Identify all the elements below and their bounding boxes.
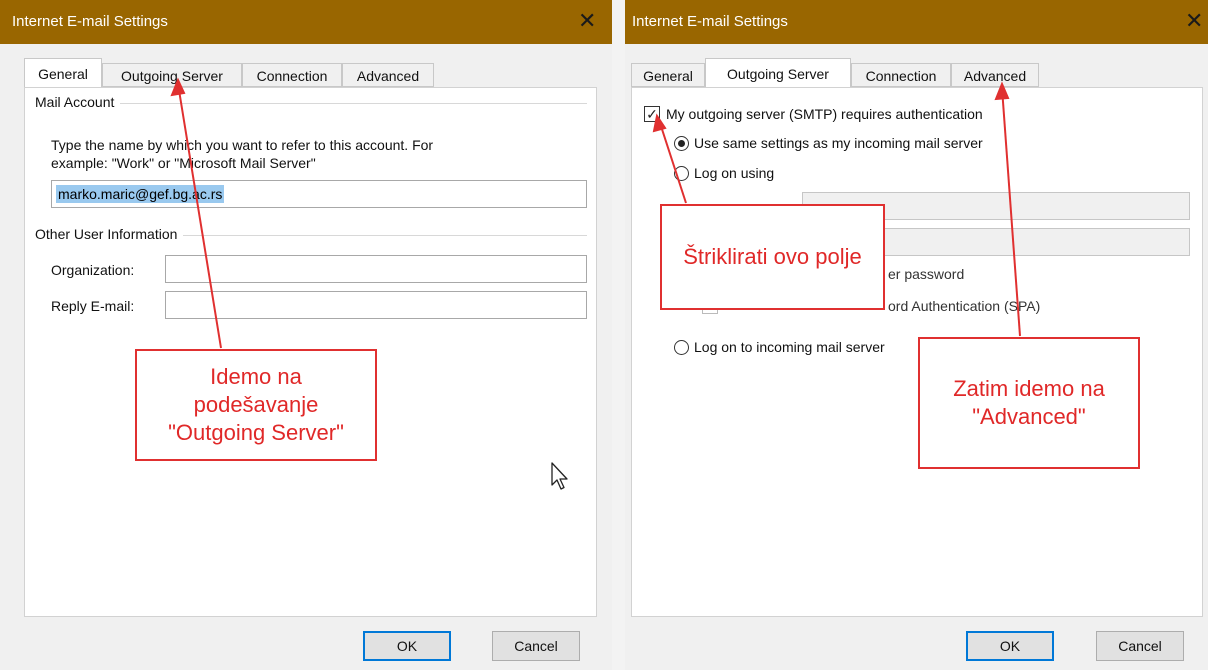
mail-account-group-label: Mail Account (35, 94, 121, 110)
left-ok-button[interactable]: OK (363, 631, 451, 661)
log-on-incoming-radio[interactable] (674, 340, 689, 355)
account-name-input[interactable]: marko.maric@gef.bg.ac.rs (51, 180, 587, 208)
right-title-bar: Internet E-mail Settings ✕ (625, 0, 1208, 44)
use-same-settings-radio[interactable] (674, 136, 689, 151)
callout-advanced-line1: Zatim idemo na (953, 376, 1105, 401)
left-window-title: Internet E-mail Settings (12, 13, 168, 30)
remember-password-label: er password (888, 266, 965, 282)
log-on-incoming-label: Log on to incoming mail server (694, 339, 885, 355)
organization-input[interactable] (165, 255, 587, 283)
smtp-auth-checkbox[interactable]: ✓ (644, 106, 660, 122)
log-on-using-label: Log on using (694, 165, 775, 181)
left-tab-general[interactable]: General (24, 58, 102, 88)
left-tab-connection[interactable]: Connection (242, 63, 342, 87)
spa-label: ord Authentication (SPA) (888, 298, 1041, 314)
callout-advanced: Zatim idemo na "Advanced" (918, 337, 1140, 469)
left-tab-advanced[interactable]: Advanced (342, 63, 434, 87)
callout-check-text: Štriklirati ovo polje (683, 244, 862, 269)
right-tab-outgoing-server[interactable]: Outgoing Server (705, 58, 851, 88)
left-close-icon[interactable]: ✕ (578, 8, 596, 34)
reply-email-label: Reply E-mail: (51, 298, 135, 314)
other-user-info-group-label: Other User Information (35, 226, 184, 242)
left-cancel-button[interactable]: Cancel (492, 631, 580, 661)
reply-email-input[interactable] (165, 291, 587, 319)
log-on-using-radio[interactable] (674, 166, 689, 181)
smtp-auth-label: My outgoing server (SMTP) requires authe… (666, 106, 983, 122)
background-window-strip (612, 0, 626, 670)
callout-outgoing-line2: podešavanje (193, 392, 319, 417)
right-tab-connection[interactable]: Connection (851, 63, 951, 87)
right-tab-general[interactable]: General (631, 63, 705, 87)
mouse-pointer-icon (551, 462, 568, 490)
callout-outgoing-line3: "Outgoing Server" (168, 420, 344, 445)
organization-label: Organization: (51, 262, 135, 278)
left-title-bar: Internet E-mail Settings ✕ (0, 0, 612, 44)
left-tab-outgoing-server[interactable]: Outgoing Server (102, 63, 242, 87)
right-cancel-button[interactable]: Cancel (1096, 631, 1184, 661)
right-close-icon[interactable]: ✕ (1185, 8, 1203, 34)
right-window-title: Internet E-mail Settings (632, 13, 788, 30)
callout-check-field: Štriklirati ovo polje (660, 204, 885, 310)
right-tab-advanced[interactable]: Advanced (951, 63, 1039, 87)
right-ok-button[interactable]: OK (966, 631, 1054, 661)
account-description-line1: Type the name by which you want to refer… (51, 137, 434, 153)
account-description-line2: example: "Work" or "Microsoft Mail Serve… (51, 155, 316, 171)
callout-outgoing-server: Idemo na podešavanje "Outgoing Server" (135, 349, 377, 461)
account-name-value: marko.maric@gef.bg.ac.rs (56, 185, 225, 203)
callout-outgoing-line1: Idemo na (210, 364, 302, 389)
use-same-settings-label: Use same settings as my incoming mail se… (694, 135, 983, 151)
callout-advanced-line2: "Advanced" (972, 404, 1086, 429)
